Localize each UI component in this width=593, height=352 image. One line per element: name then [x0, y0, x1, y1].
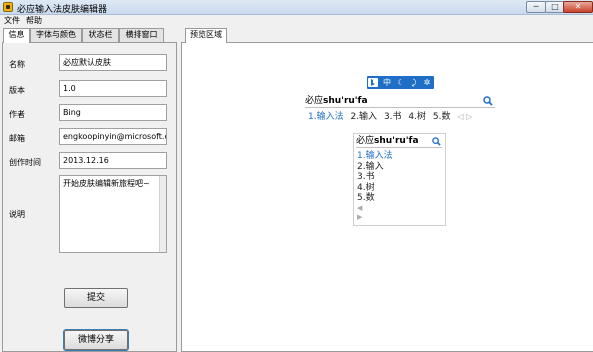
vertical-composition-pinyin: shu'ru'fa [374, 136, 419, 146]
settings-icon[interactable]: ✲ [421, 76, 433, 89]
vertical-search-icon[interactable] [432, 137, 441, 146]
composition-prefix: 必应 [305, 96, 324, 106]
candidate-2[interactable]: 2.输入 [350, 111, 377, 123]
ime-status-toolbar[interactable]: 中 ☾ ⤸ ✲ [367, 76, 434, 89]
vertical-candidate-5[interactable]: 5.数 [357, 193, 393, 204]
description-label: 说明 [9, 210, 25, 219]
vertical-candidate-2[interactable]: 2.输入 [357, 162, 393, 173]
candidate-1[interactable]: 1.输入法 [308, 111, 344, 123]
info-panel: 名称 必应默认皮肤 版本 1.0 作者 Bing 邮箱 engkoopinyin… [2, 42, 177, 352]
tab-horizontal-window[interactable]: 横排窗口 [119, 28, 164, 42]
email-label: 邮箱 [9, 134, 25, 143]
composition-pinyin: shu'ru'fa [323, 96, 368, 106]
vertical-candidate-4[interactable]: 4.树 [357, 183, 393, 194]
title-bar: 必应输入法皮肤编辑器 ─ □ ✕ [0, 0, 593, 15]
vertical-composition-line: 必应shu'ru'fa [356, 135, 442, 148]
left-tabstrip: 信息 字体与颜色 状态栏 横排窗口 [2, 28, 177, 43]
minimize-button[interactable]: ─ [526, 1, 546, 13]
menu-help[interactable]: 帮助 [26, 15, 42, 26]
bing-logo-icon [368, 78, 378, 87]
candidate-row: 1.输入法 2.输入 3.书 4.树 5.数 ◁ ▷ [308, 111, 472, 123]
candidate-4[interactable]: 4.树 [408, 111, 426, 123]
weibo-share-button[interactable]: 微博分享 [63, 329, 129, 351]
right-tabstrip: 预览区域 [181, 28, 593, 43]
created-label: 创作时间 [9, 158, 41, 167]
candidate-3[interactable]: 3.书 [384, 111, 402, 123]
page-nav-arrows[interactable]: ◁ ▷ [457, 111, 472, 123]
horizontal-candidate-window: 必应shu'ru'fa 1.输入法 2.输入 3.书 4.树 5.数 ◁ ▷ [305, 94, 495, 126]
description-text: 开始皮肤编辑新旅程吧~ [63, 179, 150, 188]
name-label: 名称 [9, 60, 25, 69]
app-icon [3, 2, 13, 12]
menu-bar: 文件 帮助 [0, 15, 593, 26]
created-field[interactable]: 2013.12.16 [59, 152, 167, 169]
name-field[interactable]: 必应默认皮肤 [59, 54, 167, 71]
chinese-mode-icon[interactable]: 中 [380, 76, 394, 89]
menu-file[interactable]: 文件 [4, 15, 20, 26]
vertical-candidate-window: 必应shu'ru'fa 1.输入法 2.输入 3.书 4.树 5.数 ◀ ▶ [353, 133, 446, 226]
composition-line: 必应shu'ru'fa [305, 94, 495, 108]
vertical-page-up-arrow[interactable]: ◀ [357, 204, 393, 213]
vertical-candidate-1[interactable]: 1.输入法 [357, 151, 393, 162]
email-field[interactable]: engkoopinyin@microsoft.com [59, 128, 167, 145]
close-button[interactable]: ✕ [563, 1, 593, 13]
search-icon[interactable] [483, 96, 493, 106]
description-scrollbar[interactable] [159, 176, 166, 252]
punctuation-icon[interactable]: ⤸ [408, 76, 420, 89]
tab-preview[interactable]: 预览区域 [185, 28, 227, 43]
version-field[interactable]: 1.0 [59, 80, 167, 97]
author-label: 作者 [9, 110, 25, 119]
vertical-page-down-arrow[interactable]: ▶ [357, 213, 393, 222]
candidate-5[interactable]: 5.数 [433, 111, 451, 123]
description-textarea[interactable]: 开始皮肤编辑新旅程吧~ [59, 175, 167, 253]
submit-button[interactable]: 提交 [64, 288, 128, 308]
vertical-composition-prefix: 必应 [356, 136, 375, 146]
tab-info[interactable]: 信息 [3, 28, 30, 43]
maximize-button[interactable]: □ [545, 1, 565, 13]
vertical-candidate-3[interactable]: 3.书 [357, 172, 393, 183]
tab-font-color[interactable]: 字体与颜色 [30, 28, 82, 42]
tab-statusbar[interactable]: 状态栏 [82, 28, 119, 42]
author-field[interactable]: Bing [59, 104, 167, 121]
vertical-candidate-list: 1.输入法 2.输入 3.书 4.树 5.数 ◀ ▶ [357, 151, 393, 222]
version-label: 版本 [9, 86, 25, 95]
moon-icon[interactable]: ☾ [395, 76, 407, 89]
window-title: 必应输入法皮肤编辑器 [17, 5, 108, 15]
